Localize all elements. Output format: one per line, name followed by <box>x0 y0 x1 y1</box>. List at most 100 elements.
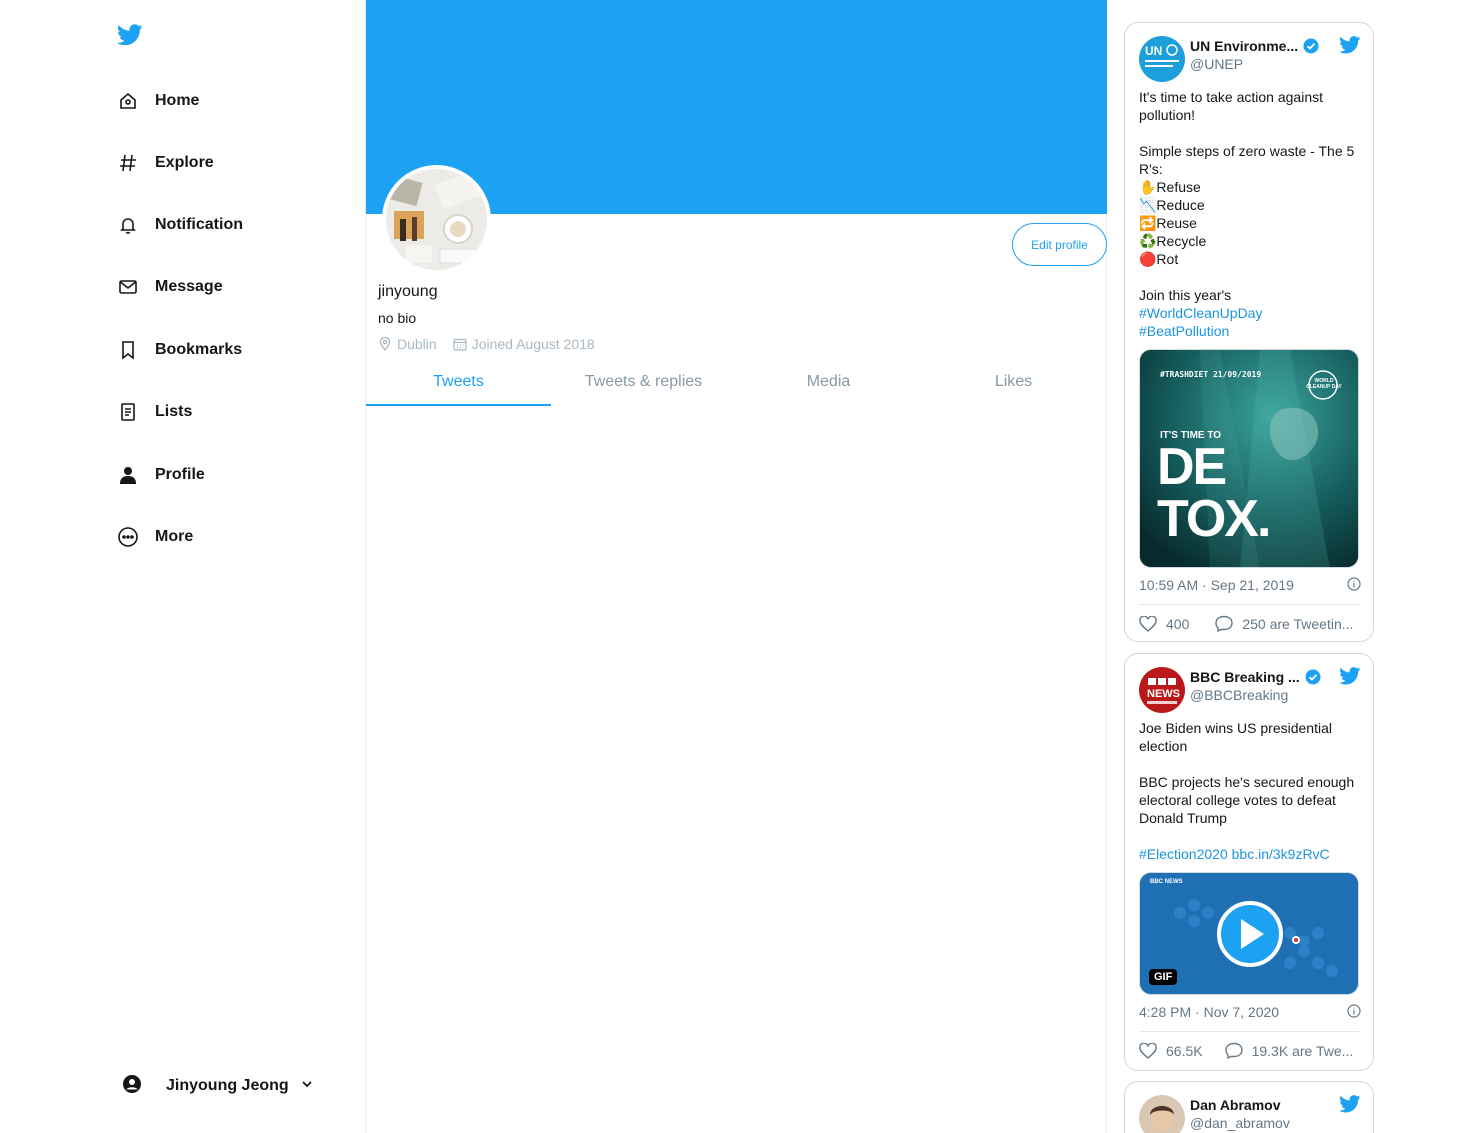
tweet-image[interactable]: #TRASHDIET 21/09/2019 WORLD CLEANUP DAY … <box>1139 349 1359 568</box>
tweet-timestamp-text: 4:28 PM · Nov 7, 2020 <box>1139 1004 1280 1020</box>
embedded-tweet-dan[interactable]: Dan Abramov @dan_abramov <box>1124 1081 1374 1133</box>
nav-home-label: Home <box>155 92 200 109</box>
tweet-header: UN UN Environme... @UNEP <box>1139 36 1361 82</box>
tweet-links[interactable]: #Election2020 bbc.in/3k9zRvC <box>1139 845 1361 863</box>
nav-notification[interactable]: Notification <box>117 210 243 240</box>
profile-joined-text: Joined August 2018 <box>471 336 595 352</box>
tweet-actions: 66.5K 19.3K are Twe... <box>1139 1042 1361 1059</box>
like-count: 400 <box>1166 615 1190 632</box>
tweet-hashtag[interactable]: #BeatPollution <box>1139 322 1361 340</box>
edit-profile-button[interactable]: Edit profile <box>1012 223 1107 266</box>
tweet-timestamp[interactable]: 10:59 AM · Sep 21, 2019 <box>1139 577 1361 593</box>
twitter-bird-icon[interactable] <box>1339 1095 1361 1118</box>
location-pin-icon <box>379 337 391 351</box>
bbc-avatar[interactable]: NEWS <box>1139 667 1185 713</box>
tweet-text: Joe Biden wins US presidential election … <box>1139 720 1355 826</box>
nav-explore-label: Explore <box>155 154 214 171</box>
tweet-author-name[interactable]: BBC Breaking ... <box>1190 669 1330 685</box>
tweet-text: It's time to take action against polluti… <box>1139 89 1355 303</box>
tweet-hashtag[interactable]: #WorldCleanUpDay <box>1139 304 1361 322</box>
profile-meta: Dublin Joined August 2018 <box>378 336 611 352</box>
account-avatar-icon <box>122 1074 142 1099</box>
embedded-tweet-unep[interactable]: UN UN Environme... @UNEP It's time to ta… <box>1124 22 1374 642</box>
profile-location-text: Dublin <box>397 336 437 352</box>
gif-brand: BBC NEWS <box>1150 879 1183 885</box>
tweet-author-handle[interactable]: @BBCBreaking <box>1190 687 1330 703</box>
profile-avatar[interactable] <box>382 165 491 274</box>
nav-profile[interactable]: Profile <box>117 460 205 490</box>
image-caption-big-1: DE <box>1157 438 1227 496</box>
tweet-author-name[interactable]: Dan Abramov <box>1190 1097 1330 1113</box>
tweet-gif[interactable]: BBC NEWS GIF <box>1139 872 1359 995</box>
nav-lists-label: Lists <box>155 403 193 420</box>
nav-notification-label: Notification <box>155 216 243 233</box>
nav-home[interactable]: Home <box>117 86 199 116</box>
chevron-down-icon <box>301 1077 313 1095</box>
twitter-logo-icon[interactable] <box>116 24 143 48</box>
home-icon <box>117 90 139 112</box>
bookmark-icon <box>117 339 139 361</box>
tab-tweets[interactable]: Tweets <box>366 362 551 406</box>
nav-message-label: Message <box>155 278 223 295</box>
more-icon <box>117 526 139 548</box>
tweet-header: NEWS BBC Breaking ... @BBCBreaking <box>1139 667 1361 713</box>
account-switcher[interactable]: Jinyoung Jeong <box>122 1073 313 1099</box>
tweet-author-handle[interactable]: @UNEP <box>1190 56 1330 72</box>
image-badge: WORLD CLEANUP DAY <box>1306 378 1342 390</box>
envelope-icon <box>117 276 139 298</box>
tweet-author-name-text: Dan Abramov <box>1190 1097 1281 1113</box>
info-icon[interactable] <box>1347 577 1361 594</box>
divider <box>1139 1031 1359 1032</box>
sidebar: Home Explore Notification Message Bookma… <box>0 0 366 1133</box>
image-caption-big-2: TOX. <box>1157 490 1271 548</box>
calendar-icon <box>453 338 467 351</box>
profile-tabs: Tweets Tweets & replies Media Likes <box>366 362 1107 406</box>
hashtag-icon <box>117 152 139 174</box>
tweet-timestamp[interactable]: 4:28 PM · Nov 7, 2020 <box>1139 1004 1361 1020</box>
profile-bio: no bio <box>378 310 417 326</box>
info-icon[interactable] <box>1347 1004 1361 1021</box>
comment-icon <box>1224 1042 1243 1059</box>
tweet-author-name[interactable]: UN Environme... <box>1190 38 1330 54</box>
nav-bookmarks[interactable]: Bookmarks <box>117 335 242 365</box>
gif-badge: GIF <box>1149 969 1178 985</box>
heart-icon <box>1139 615 1157 632</box>
heart-icon <box>1139 1042 1157 1059</box>
like-count: 66.5K <box>1166 1042 1203 1059</box>
dan-avatar[interactable] <box>1139 1095 1185 1133</box>
svg-text:UN: UN <box>1145 44 1162 58</box>
unep-avatar[interactable]: UN <box>1139 36 1185 82</box>
nav-explore[interactable]: Explore <box>117 148 214 178</box>
nav-more-label: More <box>155 528 194 545</box>
twitter-bird-icon[interactable] <box>1339 36 1361 59</box>
svg-text:NEWS: NEWS <box>1147 688 1180 700</box>
tab-tweets-replies[interactable]: Tweets & replies <box>551 362 736 406</box>
nav-message[interactable]: Message <box>117 272 223 302</box>
tweet-author-handle[interactable]: @dan_abramov <box>1190 1115 1330 1131</box>
reply-count: 19.3K are Twe... <box>1251 1042 1354 1059</box>
tweet-actions: 400 250 are Tweetin... <box>1139 615 1361 632</box>
list-icon <box>117 401 139 423</box>
profile-joined: Joined August 2018 <box>453 336 595 352</box>
nav-lists[interactable]: Lists <box>117 397 192 427</box>
comment-icon <box>1215 615 1234 632</box>
divider <box>1139 604 1359 605</box>
verified-badge-icon <box>1305 669 1321 685</box>
like-button[interactable]: 66.5K <box>1139 1042 1203 1059</box>
tweet-timestamp-text: 10:59 AM · Sep 21, 2019 <box>1139 577 1294 593</box>
account-name: Jinyoung Jeong <box>166 1077 289 1094</box>
reply-button[interactable]: 19.3K are Twe... <box>1224 1042 1354 1059</box>
reply-button[interactable]: 250 are Tweetin... <box>1215 615 1353 632</box>
profile-location: Dublin <box>378 336 437 352</box>
bell-icon <box>117 214 139 236</box>
nav-more[interactable]: More <box>117 522 193 552</box>
reply-count: 250 are Tweetin... <box>1242 615 1354 632</box>
tweet-header: Dan Abramov @dan_abramov <box>1139 1095 1361 1133</box>
embedded-tweet-bbc[interactable]: NEWS BBC Breaking ... @BBCBreaking Joe B… <box>1124 653 1374 1071</box>
tab-media[interactable]: Media <box>736 362 921 406</box>
tweet-author-name-text: BBC Breaking ... <box>1190 669 1300 685</box>
like-button[interactable]: 400 <box>1139 615 1190 632</box>
twitter-bird-icon[interactable] <box>1339 667 1361 690</box>
tab-likes[interactable]: Likes <box>921 362 1106 406</box>
nav-profile-label: Profile <box>155 466 205 483</box>
